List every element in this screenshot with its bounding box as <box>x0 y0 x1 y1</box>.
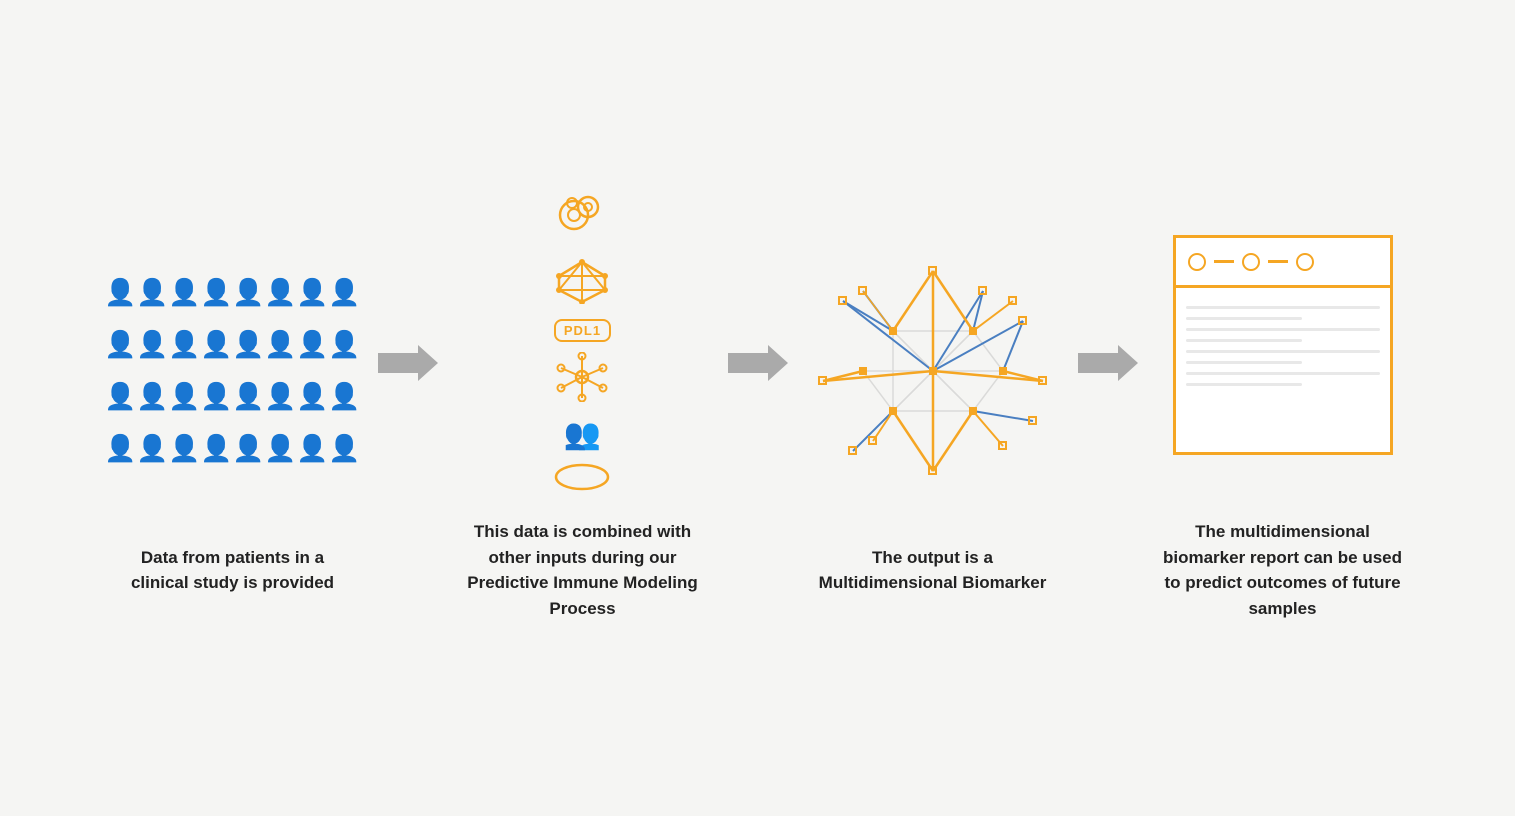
inputs-icon-area: PDL1 <box>554 195 611 495</box>
person-icon: 👤 <box>107 425 135 473</box>
report-connector <box>1214 260 1234 263</box>
person-icon: 👤 <box>107 321 135 369</box>
report-line-1 <box>1186 306 1380 309</box>
flow-container: 👤 👤 👤 👤 👤 👤 👤 👤 👤 👤 👤 👤 👤 👤 👤 👤 👤 👤 👤 <box>58 195 1458 621</box>
report-header <box>1176 238 1390 288</box>
inputs-stack: PDL1 <box>554 193 611 497</box>
person-icon: 👤 <box>203 425 231 473</box>
person-icon: 👤 <box>267 321 295 369</box>
step-patients: 👤 👤 👤 👤 👤 👤 👤 👤 👤 👤 👤 👤 👤 👤 👤 👤 👤 👤 👤 <box>93 221 373 596</box>
arrow-3 <box>1073 338 1143 388</box>
arrow-2-svg <box>728 338 788 388</box>
network-icon-area <box>803 221 1063 521</box>
person-icon: 👤 <box>107 373 135 421</box>
report-line-5 <box>1186 350 1380 353</box>
person-icon: 👤 <box>331 269 359 317</box>
arrow-1 <box>373 338 443 388</box>
network-graph <box>803 231 1063 511</box>
person-icon: 👤 <box>139 269 167 317</box>
report-icon-area <box>1173 195 1393 495</box>
person-icon: 👤 <box>171 373 199 421</box>
oval-icon <box>554 462 610 497</box>
person-icon: 👤 <box>171 269 199 317</box>
arrow-3-svg <box>1078 338 1138 388</box>
arrow-1-svg <box>378 338 438 388</box>
pdl1-badge: PDL1 <box>554 319 611 342</box>
report-circle-2 <box>1242 253 1260 271</box>
person-icon: 👤 <box>299 425 327 473</box>
person-icon: 👤 <box>235 373 263 421</box>
arrow-2 <box>723 338 793 388</box>
person-icon: 👤 <box>331 373 359 421</box>
small-patients-icon: 👥 <box>564 417 601 452</box>
person-icon: 👤 <box>331 321 359 369</box>
step-report: The multidimensional biomarker report ca… <box>1143 195 1423 621</box>
network-svg <box>803 231 1063 511</box>
step-network: The output is a Multidimensional Biomark… <box>793 221 1073 596</box>
person-icon: 👤 <box>171 425 199 473</box>
person-icon: 👤 <box>331 425 359 473</box>
person-icon: 👤 <box>139 425 167 473</box>
report-circle-3 <box>1296 253 1314 271</box>
person-icon: 👤 <box>203 373 231 421</box>
step2-caption: This data is combined with other inputs … <box>463 519 703 621</box>
person-icon: 👤 <box>171 321 199 369</box>
hub-icon <box>555 352 609 407</box>
report-connector-2 <box>1268 260 1288 263</box>
report-line-8 <box>1186 383 1302 386</box>
person-icon: 👤 <box>299 373 327 421</box>
report-window <box>1173 235 1393 455</box>
person-icon: 👤 <box>299 269 327 317</box>
report-line-4 <box>1186 339 1302 342</box>
pathology-icon <box>554 193 610 248</box>
step4-caption: The multidimensional biomarker report ca… <box>1163 519 1403 621</box>
report-line-7 <box>1186 372 1380 375</box>
report-body <box>1176 288 1390 404</box>
step3-caption: The output is a Multidimensional Biomark… <box>813 545 1053 596</box>
person-icon: 👤 <box>235 321 263 369</box>
person-icon: 👤 <box>107 269 135 317</box>
person-icon: 👤 <box>267 373 295 421</box>
person-icon: 👤 <box>235 425 263 473</box>
patients-icon-area: 👤 👤 👤 👤 👤 👤 👤 👤 👤 👤 👤 👤 👤 👤 👤 👤 👤 👤 👤 <box>107 221 359 521</box>
person-icon: 👤 <box>203 269 231 317</box>
person-icon: 👤 <box>267 269 295 317</box>
person-icon: 👤 <box>267 425 295 473</box>
gene-expression-icon <box>555 258 609 309</box>
step-inputs: PDL1 <box>443 195 723 621</box>
person-icon: 👤 <box>139 373 167 421</box>
person-icon: 👤 <box>139 321 167 369</box>
person-icon: 👤 <box>299 321 327 369</box>
step1-caption: Data from patients in a clinical study i… <box>113 545 353 596</box>
report-line-3 <box>1186 328 1380 331</box>
person-icon: 👤 <box>203 321 231 369</box>
people-grid: 👤 👤 👤 👤 👤 👤 👤 👤 👤 👤 👤 👤 👤 👤 👤 👤 👤 👤 👤 <box>107 269 359 473</box>
report-circle-1 <box>1188 253 1206 271</box>
report-line-2 <box>1186 317 1302 320</box>
person-icon: 👤 <box>235 269 263 317</box>
report-line-6 <box>1186 361 1302 364</box>
